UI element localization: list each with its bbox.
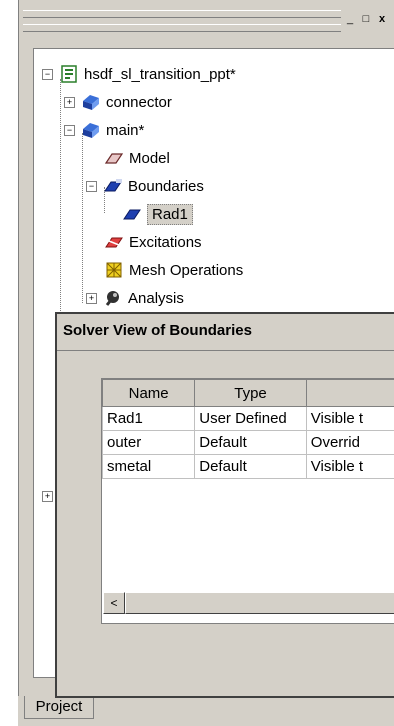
tree-item-label: Model (129, 149, 170, 167)
tree-item-analysis[interactable]: + Analysis (86, 285, 184, 311)
column-header-name[interactable]: Name (102, 379, 196, 407)
tree-item-connector[interactable]: + connector (64, 89, 172, 115)
cell-name: smetal (102, 454, 196, 479)
horizontal-scrollbar[interactable]: < (103, 592, 394, 614)
expand-icon[interactable]: + (64, 96, 75, 108)
boundary-icon (122, 205, 142, 223)
tree-item-mesh-operations[interactable]: Mesh Operations (104, 257, 243, 283)
mesh-icon (104, 261, 124, 279)
cell-type: Default (194, 454, 307, 479)
close-icon[interactable]: x (375, 12, 389, 26)
boundaries-table: Name Type Rad1 User Defined Visible t ou… (102, 379, 394, 479)
collapse-icon[interactable]: − (42, 68, 53, 80)
cell-visibility: Visible t (305, 406, 394, 431)
cell-visibility: Overrid (305, 430, 394, 455)
tree-item-rad1[interactable]: Rad1 (122, 201, 193, 227)
minimize-icon[interactable]: _ (343, 12, 357, 26)
table-header: Name Type (102, 379, 394, 407)
collapse-icon[interactable]: − (64, 124, 75, 136)
model-icon (104, 149, 124, 167)
collapse-icon[interactable]: − (86, 180, 97, 192)
table-row[interactable]: Rad1 User Defined Visible t (102, 406, 394, 431)
dialog-title: Solver View of Boundaries (63, 322, 252, 339)
cell-name: outer (102, 430, 196, 455)
column-header-type[interactable]: Type (194, 379, 307, 407)
tree-connector (82, 133, 83, 303)
tree-item-label: hsdf_sl_transition_ppt* (84, 65, 236, 83)
tree-item-label: Excitations (129, 233, 202, 251)
tree-item-label: main* (106, 121, 145, 139)
tab-project[interactable]: Project (24, 696, 94, 719)
solver-view-dialog: Solver View of Boundaries Name Type Rad1… (55, 312, 394, 698)
design-icon (81, 93, 101, 111)
boundaries-grid[interactable]: Name Type Rad1 User Defined Visible t ou… (101, 378, 394, 624)
excitations-icon (104, 233, 124, 251)
cell-type: Default (194, 430, 307, 455)
boundaries-icon (103, 177, 123, 195)
tree-item-label: connector (106, 93, 172, 111)
dialog-divider (57, 350, 394, 351)
panel-tabbar: Project (18, 696, 394, 726)
expand-icon[interactable]: + (86, 292, 97, 304)
design-icon (81, 121, 101, 139)
tree-item-model[interactable]: Model (104, 145, 170, 171)
panel-titlebar: _ □ x (19, 0, 394, 42)
cell-type: User Defined (194, 406, 307, 431)
cell-visibility: Visible t (305, 454, 394, 479)
tree-item-label: Rad1 (147, 203, 193, 225)
tree-root[interactable]: − hsdf_sl_transition_ppt* (42, 61, 236, 87)
tree-item-excitations[interactable]: Excitations (104, 229, 202, 255)
tree-item-label: Mesh Operations (129, 261, 244, 279)
project-icon (59, 65, 79, 83)
scroll-thumb[interactable] (125, 592, 394, 614)
tree-item-boundaries[interactable]: − Boundaries (86, 173, 204, 199)
cell-name: Rad1 (102, 406, 196, 431)
tree-item-label: Boundaries (128, 177, 204, 195)
tree-item-main[interactable]: − main* (64, 117, 144, 143)
expand-icon[interactable]: + (42, 490, 53, 502)
titlebar-grip-lower (23, 24, 341, 32)
titlebar-grip[interactable] (23, 10, 341, 18)
analysis-icon (103, 289, 123, 307)
scroll-left-icon[interactable]: < (103, 592, 125, 614)
table-row[interactable]: outer Default Overrid (102, 430, 394, 455)
tree-item-label: Analysis (128, 289, 184, 307)
column-header-visibility[interactable] (305, 379, 394, 407)
maximize-icon[interactable]: □ (359, 12, 373, 26)
table-row[interactable]: smetal Default Visible t (102, 454, 394, 479)
